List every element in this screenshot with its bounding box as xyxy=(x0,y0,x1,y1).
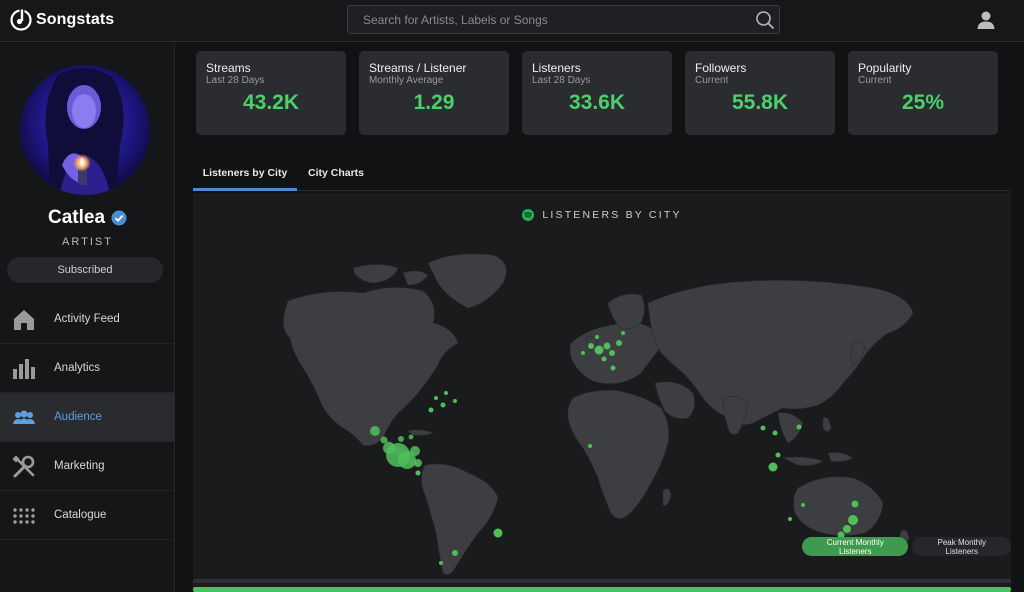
stat-title: Streams xyxy=(206,61,251,75)
nav-label: Analytics xyxy=(54,362,101,374)
stat-value: 33.6K xyxy=(568,91,626,114)
stat-value: 25% xyxy=(901,91,945,114)
stat-subtitle: Current xyxy=(858,75,892,86)
grid-icon xyxy=(13,508,35,524)
songstats-logo-icon xyxy=(10,9,32,31)
nav-label: Activity Feed xyxy=(54,313,120,325)
stat-value: 43.2K xyxy=(242,91,300,114)
spotify-icon xyxy=(522,209,535,221)
artist-photo-icon xyxy=(20,65,150,195)
artist-name-row: Catlea xyxy=(0,207,175,229)
nav-item-activity-feed[interactable]: Activity Feed xyxy=(0,295,175,344)
artist-name: Catlea xyxy=(47,207,106,228)
sidebar: Catlea ARTIST Subscribed Activity Feed A… xyxy=(0,43,175,592)
top-bar: Songstats xyxy=(0,0,1024,42)
app-name: Songstats xyxy=(36,11,115,28)
subscribed-button[interactable]: Subscribed xyxy=(7,257,163,283)
tab-city-charts[interactable]: City Charts xyxy=(307,155,365,191)
stat-title: Streams / Listener xyxy=(369,61,467,75)
nav-item-catalogue[interactable]: Catalogue xyxy=(0,491,175,540)
songstats-logo[interactable]: Songstats xyxy=(10,8,114,32)
stat-title: Listeners xyxy=(532,61,581,75)
stat-subtitle: Last 28 Days xyxy=(532,75,591,86)
search-box[interactable] xyxy=(347,5,780,34)
verified-badge-icon xyxy=(111,210,127,226)
sidebar-nav: Activity Feed Analytics Audience Marketi… xyxy=(0,295,175,540)
bottom-accent-bar xyxy=(193,587,1011,592)
search-input[interactable] xyxy=(348,6,748,33)
tab-listeners-by-city[interactable]: Listeners by City xyxy=(193,155,297,191)
legend-current-monthly-listeners-button[interactable]: Current Monthly Listeners xyxy=(802,537,909,556)
nav-label: Marketing xyxy=(54,460,105,472)
home-icon xyxy=(14,310,34,330)
tab-bar: Listeners by City City Charts xyxy=(193,155,1011,191)
tools-icon xyxy=(12,455,35,478)
main-content: Streams Last 28 Days 43.2K Streams / Lis… xyxy=(176,43,1024,592)
map-legend: Current Monthly Listeners Peak Monthly L… xyxy=(802,537,1011,556)
stats-cards: Streams Last 28 Days 43.2K Streams / Lis… xyxy=(196,51,998,135)
artist-role: ARTIST xyxy=(62,236,113,248)
stat-card-followers: Followers Current 55.8K xyxy=(685,51,835,135)
nav-label: Audience xyxy=(54,411,102,423)
user-account-icon[interactable] xyxy=(976,10,996,30)
artist-avatar xyxy=(20,65,150,195)
stat-title: Followers xyxy=(695,61,747,75)
stat-card-streams: Streams Last 28 Days 43.2K xyxy=(196,51,346,135)
map-title-row: LISTENERS BY CITY xyxy=(193,209,1011,221)
stat-subtitle: Current xyxy=(695,75,729,86)
nav-item-marketing[interactable]: Marketing xyxy=(0,442,175,491)
stat-card-popularity: Popularity Current 25% xyxy=(848,51,998,135)
search-icon[interactable] xyxy=(755,10,775,30)
legend-peak-monthly-listeners-button[interactable]: Peak Monthly Listeners xyxy=(912,537,1011,556)
map-title: LISTENERS BY CITY xyxy=(542,209,682,221)
stat-title: Popularity xyxy=(858,61,912,75)
stat-card-listeners: Listeners Last 28 Days 33.6K xyxy=(522,51,672,135)
nav-item-audience[interactable]: Audience xyxy=(0,393,175,442)
nav-label: Catalogue xyxy=(54,509,107,521)
stat-subtitle: Last 28 Days xyxy=(206,75,265,86)
bar-chart-icon xyxy=(13,359,35,379)
stat-subtitle: Monthly Average xyxy=(369,75,444,86)
nav-item-analytics[interactable]: Analytics xyxy=(0,344,175,393)
people-icon xyxy=(13,410,35,424)
land-masses xyxy=(193,253,1011,583)
stat-value: 55.8K xyxy=(731,91,789,114)
world-map[interactable] xyxy=(193,233,1011,583)
stat-value: 1.29 xyxy=(413,91,455,114)
stat-card-streams-per-listener: Streams / Listener Monthly Average 1.29 xyxy=(359,51,509,135)
map-panel: LISTENERS BY CITY Current Monthly Listen… xyxy=(193,193,1011,592)
